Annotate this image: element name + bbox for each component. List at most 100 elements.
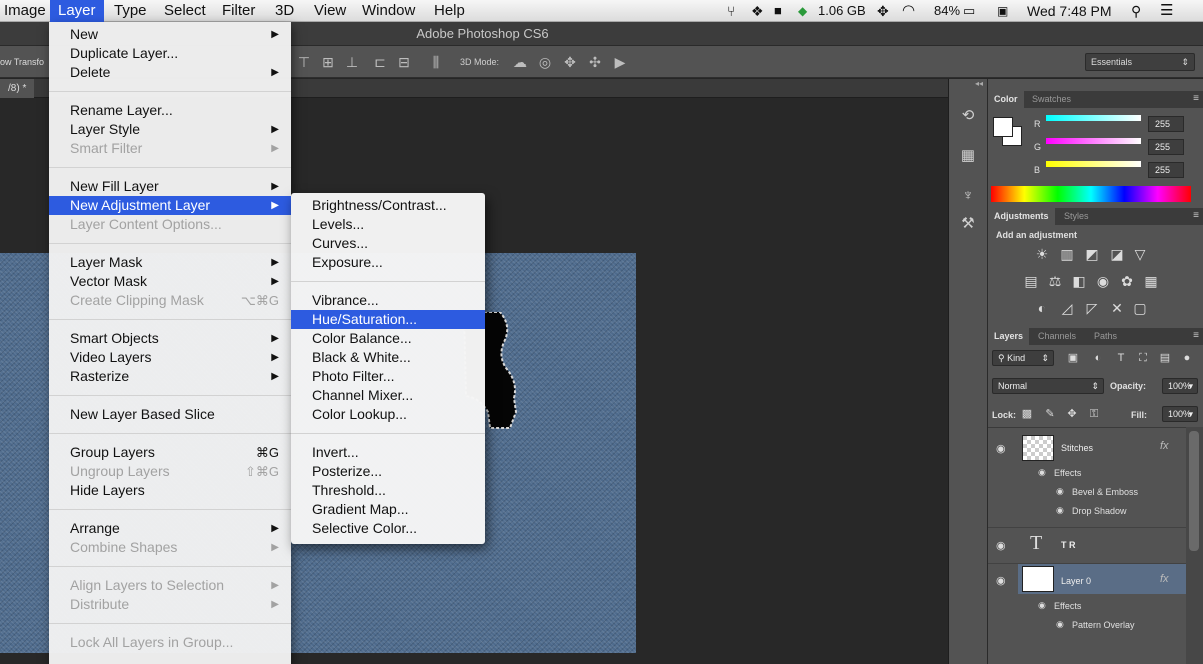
- submenu-item-exposure[interactable]: Exposure...: [291, 253, 485, 272]
- submenu-item-threshold[interactable]: Threshold...: [291, 481, 485, 500]
- selective-color-icon[interactable]: ▢: [1131, 299, 1149, 317]
- lock-position-icon[interactable]: ✥: [1063, 405, 1081, 423]
- threshold-icon[interactable]: ◸: [1083, 299, 1101, 317]
- curves-icon[interactable]: ◩: [1083, 245, 1101, 263]
- tool-preset-icon[interactable]: ⚒: [957, 213, 979, 235]
- panel-menu-icon[interactable]: ≡: [1193, 210, 1199, 221]
- 3d-roll-icon[interactable]: ◎: [537, 54, 553, 70]
- move-icon[interactable]: ✥: [877, 0, 889, 22]
- menu-item-layer-style[interactable]: Layer Style ▶: [49, 120, 291, 139]
- 3d-slide-icon[interactable]: ✣: [587, 54, 603, 70]
- fx-icon[interactable]: fx: [1160, 440, 1169, 452]
- menu-item-arrange[interactable]: Arrange ▶: [49, 519, 291, 538]
- workspace-switcher[interactable]: Essentials ⇕: [1085, 53, 1195, 71]
- fork-icon[interactable]: ⑂: [727, 0, 735, 22]
- visibility-eye-icon[interactable]: ◉: [1056, 486, 1064, 497]
- menu-select[interactable]: Select: [156, 0, 214, 22]
- lock-all-icon[interactable]: ⚿: [1085, 405, 1103, 423]
- brush-preset-icon[interactable]: ♆: [957, 185, 979, 207]
- menu-filter[interactable]: Filter: [214, 0, 263, 22]
- submenu-item-curves[interactable]: Curves...: [291, 234, 485, 253]
- channel-g-value[interactable]: 255: [1148, 139, 1184, 155]
- tab-layers[interactable]: Layers: [988, 328, 1030, 345]
- visibility-eye-icon[interactable]: ◉: [1038, 467, 1046, 478]
- notification-center-icon[interactable]: ☰: [1160, 0, 1173, 22]
- submenu-item-hue-saturation[interactable]: Hue/Saturation...: [291, 310, 485, 329]
- channel-mixer-icon[interactable]: ✿: [1118, 272, 1136, 290]
- channel-r-slider[interactable]: [1046, 115, 1141, 121]
- photo-filter-icon[interactable]: ◉: [1094, 272, 1112, 290]
- menu-item-hide-layers[interactable]: Hide Layers: [49, 481, 291, 500]
- effect-drop-shadow[interactable]: Drop Shadow: [1072, 506, 1127, 516]
- panel-menu-icon[interactable]: ≡: [1193, 330, 1199, 341]
- hue-saturation-icon[interactable]: ▤: [1022, 272, 1040, 290]
- channel-g-slider[interactable]: [1046, 138, 1141, 144]
- layer-name[interactable]: Layer 0: [1061, 576, 1091, 586]
- submenu-item-levels[interactable]: Levels...: [291, 215, 485, 234]
- align-bottom-icon[interactable]: ⊥: [344, 54, 360, 70]
- submenu-item-black-white[interactable]: Black & White...: [291, 348, 485, 367]
- color-spectrum-bar[interactable]: [991, 186, 1191, 202]
- align-left-icon[interactable]: ⊏: [372, 54, 388, 70]
- submenu-item-photo-filter[interactable]: Photo Filter...: [291, 367, 485, 386]
- tab-swatches[interactable]: Swatches: [1026, 91, 1077, 108]
- align-vcenter-icon[interactable]: ⊞: [320, 54, 336, 70]
- filter-pixel-icon[interactable]: ▣: [1064, 349, 1082, 367]
- collapse-arrow-icon[interactable]: ◂◂: [975, 79, 983, 88]
- tab-color[interactable]: Color: [988, 91, 1024, 108]
- show-transform-controls-label[interactable]: ow Transfo: [0, 46, 44, 78]
- submenu-item-color-balance[interactable]: Color Balance...: [291, 329, 485, 348]
- align-hcenter-icon[interactable]: ⊟: [396, 54, 412, 70]
- menu-item-delete[interactable]: Delete ▶: [49, 63, 291, 82]
- filter-toggle-icon[interactable]: ●: [1178, 349, 1196, 367]
- menu-item-layer-mask[interactable]: Layer Mask ▶: [49, 253, 291, 272]
- levels-icon[interactable]: ▥: [1058, 245, 1076, 263]
- filter-shape-icon[interactable]: ⛶: [1134, 349, 1152, 367]
- menu-3d[interactable]: 3D: [267, 0, 302, 22]
- visibility-eye-icon[interactable]: ◉: [996, 574, 1006, 587]
- menu-type[interactable]: Type: [106, 0, 155, 22]
- exposure-icon[interactable]: ◪: [1108, 245, 1126, 263]
- submenu-item-brightness-contrast[interactable]: Brightness/Contrast...: [291, 196, 485, 215]
- layer-name[interactable]: T R: [1061, 540, 1076, 550]
- tab-channels[interactable]: Channels: [1032, 328, 1082, 345]
- 3d-scale-icon[interactable]: ▶: [612, 54, 628, 70]
- effect-bevel-emboss[interactable]: Bevel & Emboss: [1072, 487, 1138, 497]
- menu-item-new[interactable]: New ▶: [49, 25, 291, 44]
- align-top-icon[interactable]: ⊤: [296, 54, 312, 70]
- submenu-item-invert[interactable]: Invert...: [291, 443, 485, 462]
- channel-b-value[interactable]: 255: [1148, 162, 1184, 178]
- posterize-icon[interactable]: ◿: [1058, 299, 1076, 317]
- channel-b-slider[interactable]: [1046, 161, 1141, 167]
- dropbox-icon[interactable]: ❖: [751, 0, 764, 22]
- submenu-item-gradient-map[interactable]: Gradient Map...: [291, 500, 485, 519]
- color-balance-icon[interactable]: ⚖: [1046, 272, 1064, 290]
- layer-filter-kind[interactable]: ⚲ Kind ⇕: [992, 350, 1054, 366]
- menu-item-smart-objects[interactable]: Smart Objects ▶: [49, 329, 291, 348]
- tab-paths[interactable]: Paths: [1088, 328, 1123, 345]
- menu-item-new-adjustment-layer[interactable]: New Adjustment Layer ▶: [49, 196, 291, 215]
- visibility-eye-icon[interactable]: ◉: [996, 442, 1006, 455]
- fill-input[interactable]: 100% ▾: [1162, 406, 1198, 422]
- layer-row-stitches[interactable]: ◉ Stitches fx ◉ Effects ◉ Bevel & Emboss…: [988, 428, 1186, 528]
- foreground-color-swatch-front[interactable]: [993, 117, 1013, 137]
- layer-row-text[interactable]: ◉ T T R: [988, 528, 1186, 564]
- invert-icon[interactable]: ◐: [1033, 299, 1051, 317]
- visibility-eye-icon[interactable]: ◉: [996, 539, 1006, 552]
- menu-item-video-layers[interactable]: Video Layers ▶: [49, 348, 291, 367]
- menu-item-rasterize[interactable]: Rasterize ▶: [49, 367, 291, 386]
- document-tab[interactable]: /8) *: [0, 79, 35, 98]
- menu-window[interactable]: Window: [354, 0, 423, 22]
- 3d-pan-icon[interactable]: ✥: [562, 54, 578, 70]
- menu-item-duplicate-layer[interactable]: Duplicate Layer...: [49, 44, 291, 63]
- layer-row-layer-0[interactable]: ◉ Layer 0 fx ◉ Effects ◉ Pattern Overlay: [988, 564, 1186, 664]
- scrollbar-thumb[interactable]: [1189, 431, 1199, 551]
- lock-transparent-icon[interactable]: ▩: [1018, 405, 1036, 423]
- menu-item-vector-mask[interactable]: Vector Mask ▶: [49, 272, 291, 291]
- submenu-item-color-lookup[interactable]: Color Lookup...: [291, 405, 485, 424]
- submenu-item-vibrance[interactable]: Vibrance...: [291, 291, 485, 310]
- battery-icon[interactable]: ▭: [963, 0, 975, 22]
- wifi-icon[interactable]: ◠: [902, 0, 915, 22]
- 3d-rotate-icon[interactable]: ☁: [512, 54, 528, 70]
- brightness-contrast-icon[interactable]: ☀: [1033, 245, 1051, 263]
